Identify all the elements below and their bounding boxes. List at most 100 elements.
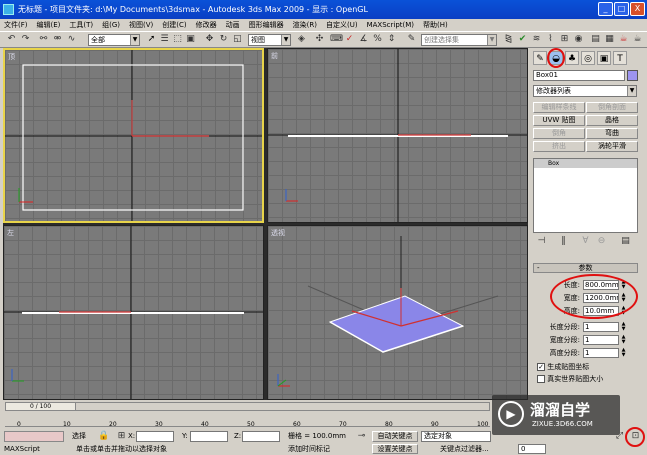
set-key-button[interactable]: 设置关键点	[372, 444, 418, 454]
bevel-button[interactable]: 倒角	[533, 128, 585, 139]
motion-tab-icon[interactable]: ◎	[581, 51, 595, 65]
menu-file[interactable]: 文件(F)	[4, 19, 28, 31]
track-bar[interactable]: 0 10 20 30 40 50 60 70 80 90 100	[5, 412, 490, 428]
bind-spacewarp-icon[interactable]: ∿	[66, 34, 77, 45]
align-icon[interactable]: ✔	[517, 34, 528, 45]
absolute-mode-icon[interactable]: ⊞	[116, 431, 127, 442]
snap-toggle-icon[interactable]: ✓	[344, 34, 355, 45]
real-world-checkbox[interactable]	[537, 375, 545, 383]
menu-modifiers[interactable]: 修改器	[196, 19, 217, 31]
selected-object-dropdown[interactable]: 选定对象	[421, 431, 491, 442]
height-segs-field[interactable]: 1	[583, 348, 619, 358]
menu-animation[interactable]: 动画	[226, 19, 240, 31]
scale-icon[interactable]: ◱	[232, 34, 243, 45]
extrude-button[interactable]: 挤出	[533, 141, 585, 152]
turbosmooth-button[interactable]: 涡轮平滑	[586, 141, 638, 152]
make-unique-icon[interactable]: ∀	[580, 236, 591, 247]
move-icon[interactable]: ✥	[204, 34, 215, 45]
named-selection-dropdown[interactable]: 创建选择集 ▼	[421, 34, 497, 46]
create-tab-icon[interactable]: ✎	[533, 51, 547, 65]
close-button[interactable]: X	[630, 2, 645, 16]
viewport-front[interactable]: 前	[267, 48, 528, 223]
length-segs-spinner[interactable]: ▲ ▼	[620, 322, 627, 332]
menu-graph-editors[interactable]: 图形编辑器	[249, 19, 284, 31]
auto-key-button[interactable]: 自动关键点	[372, 431, 418, 442]
link-icon[interactable]: ⚯	[38, 34, 49, 45]
angle-snap-icon[interactable]: ∡	[358, 34, 369, 45]
modifier-list-dropdown[interactable]: 修改器列表 ▼	[533, 85, 637, 97]
maximize-button[interactable]: □	[614, 2, 629, 16]
parameters-rollout-header[interactable]: - 参数	[533, 263, 638, 273]
keyboard-shortcut-icon[interactable]: ⌨	[330, 34, 343, 45]
height-segs-spinner[interactable]: ▲ ▼	[620, 348, 627, 358]
viewport-left[interactable]: 左	[3, 225, 264, 400]
pivot-icon[interactable]: ◈	[296, 34, 307, 45]
unlink-icon[interactable]: ⚮	[52, 34, 63, 45]
display-tab-icon[interactable]: ▣	[597, 51, 611, 65]
uvw-map-button[interactable]: UVW 贴图	[533, 115, 585, 126]
schematic-view-icon[interactable]: ⊞	[559, 34, 570, 45]
undo-icon[interactable]: ↶	[6, 34, 17, 45]
curve-editor-icon[interactable]: ⌇	[545, 34, 556, 45]
render-setup-icon[interactable]: ▤	[590, 34, 601, 45]
length-segs-field[interactable]: 1	[583, 322, 619, 332]
window-crossing-icon[interactable]: ▣	[185, 34, 196, 45]
add-time-tag-label[interactable]: 添加时间标记	[288, 444, 330, 454]
show-end-result-icon[interactable]: ‖	[558, 236, 569, 247]
menu-customize[interactable]: 自定义(U)	[326, 19, 358, 31]
time-slider-thumb[interactable]: 0 / 100	[6, 403, 76, 410]
menu-edit[interactable]: 编辑(E)	[37, 19, 61, 31]
hierarchy-tab-icon[interactable]: ♣	[565, 51, 579, 65]
spinner-snap-icon[interactable]: ⇕	[386, 34, 397, 45]
app-icon[interactable]	[3, 4, 14, 15]
menu-maxscript[interactable]: MAXScript(M)	[367, 19, 414, 31]
menu-create[interactable]: 创建(C)	[162, 19, 186, 31]
select-icon[interactable]: ➚	[146, 34, 157, 45]
percent-snap-icon[interactable]: %	[372, 34, 383, 45]
width-segs-field[interactable]: 1	[583, 335, 619, 345]
lock-icon[interactable]: 🔒	[98, 431, 109, 442]
render-frame-icon[interactable]: ▦	[604, 34, 615, 45]
selection-filter-dropdown[interactable]: 全部 ▼	[88, 34, 140, 46]
render-last-icon[interactable]: ☕	[632, 34, 643, 45]
time-slider[interactable]: 0 / 100	[5, 402, 490, 411]
pin-stack-icon[interactable]: ⊣	[536, 236, 547, 247]
menu-tools[interactable]: 工具(T)	[69, 19, 93, 31]
width-segs-spinner[interactable]: ▲ ▼	[620, 335, 627, 345]
gen-uv-checkbox[interactable]: ✓	[537, 363, 545, 371]
menu-views[interactable]: 视图(V)	[129, 19, 153, 31]
viewport-top[interactable]: 顶	[3, 48, 264, 223]
select-by-name-icon[interactable]: ☰	[159, 34, 170, 45]
maxscript-listener-mini[interactable]	[4, 431, 64, 442]
menu-rendering[interactable]: 渲染(R)	[293, 19, 317, 31]
material-editor-icon[interactable]: ◉	[573, 34, 584, 45]
edit-named-sel-icon[interactable]: ✎	[406, 34, 417, 45]
select-manipulate-icon[interactable]: ✣	[314, 34, 325, 45]
object-color-swatch[interactable]	[627, 70, 638, 81]
y-coordinate-field[interactable]	[190, 431, 228, 442]
x-coordinate-field[interactable]	[136, 431, 174, 442]
rect-select-icon[interactable]: ⬚	[172, 34, 183, 45]
z-coordinate-field[interactable]	[242, 431, 280, 442]
menu-group[interactable]: 组(G)	[102, 19, 120, 31]
lattice-button[interactable]: 晶格	[586, 115, 638, 126]
stack-item-box[interactable]: Box	[534, 159, 637, 168]
key-filters-button[interactable]: 关键点过滤器...	[440, 444, 489, 454]
bend-button[interactable]: 弯曲	[586, 128, 638, 139]
menu-help[interactable]: 帮助(H)	[423, 19, 448, 31]
render-production-icon[interactable]: ☕	[618, 34, 629, 45]
rotate-icon[interactable]: ↻	[218, 34, 229, 45]
modifier-stack[interactable]: Box	[533, 158, 638, 233]
utilities-tab-icon[interactable]: T	[613, 51, 627, 65]
layer-manager-icon[interactable]: ≋	[531, 34, 542, 45]
viewport-perspective[interactable]: 透视	[267, 225, 528, 400]
edit-spline-button[interactable]: 编辑样条线	[533, 102, 585, 113]
mirror-icon[interactable]: ⧎	[503, 34, 514, 45]
key-icon[interactable]: ⊸	[356, 431, 367, 442]
bevel-profile-button[interactable]: 倒角剖面	[586, 102, 638, 113]
redo-icon[interactable]: ↷	[20, 34, 31, 45]
configure-sets-icon[interactable]: ▤	[620, 236, 631, 247]
current-frame-field[interactable]: 0	[518, 444, 546, 454]
remove-modifier-icon[interactable]: ⊖	[596, 236, 607, 247]
ref-coord-dropdown[interactable]: 视图 ▼	[248, 34, 291, 46]
